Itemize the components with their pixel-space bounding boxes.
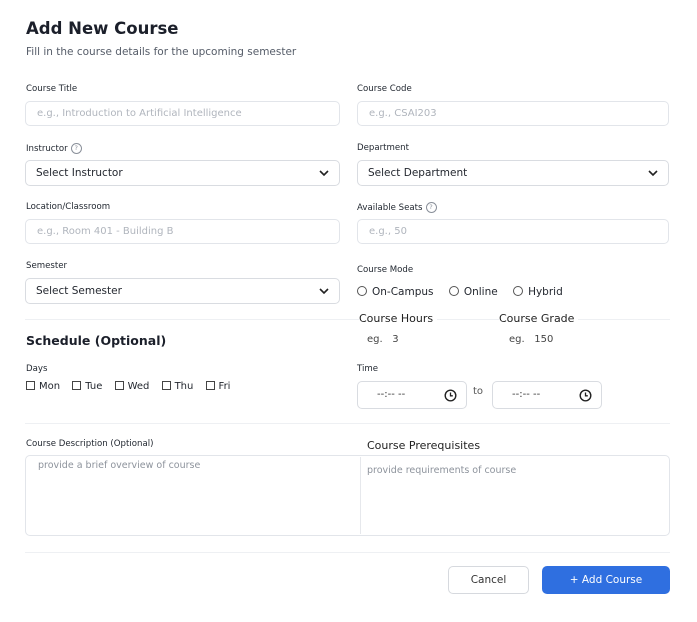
help-icon[interactable]: ?	[425, 202, 437, 213]
semester-label: Semester	[26, 261, 68, 271]
radio-label: On-Campus	[372, 286, 434, 298]
checkbox	[161, 381, 171, 390]
day-checkbox-mon[interactable]: Mon	[26, 381, 60, 392]
clock-icon[interactable]	[579, 389, 592, 402]
instructor-select[interactable]: Select Instructor	[25, 160, 340, 186]
location-label: Location/Classroom	[26, 202, 111, 212]
chevron-down-icon	[319, 288, 329, 295]
seats-label-text: Available Seats	[357, 203, 423, 213]
time-start-input[interactable]: --:-- --	[357, 381, 467, 409]
seats-label: Available Seats?	[357, 202, 437, 213]
course-mode-label: Course Mode	[357, 265, 414, 275]
day-label: Mon	[39, 381, 61, 392]
time-separator: to	[473, 386, 484, 397]
checkbox	[72, 381, 82, 390]
day-label: Thu	[174, 381, 194, 392]
add-course-button[interactable]: + Add Course	[542, 566, 670, 594]
course-mode-group: On-Campus Online Hybrid	[357, 286, 563, 298]
instructor-select-value: Select Instructor	[36, 167, 123, 179]
day-label: Fri	[218, 381, 231, 392]
days-group: Mon Tue Wed Thu Fri	[26, 381, 230, 392]
divider	[25, 423, 670, 424]
course-grade-label: Course Grade	[499, 312, 579, 325]
semester-select[interactable]: Select Semester	[25, 278, 340, 304]
day-checkbox-thu[interactable]: Thu	[161, 381, 194, 392]
course-code-input[interactable]: e.g., CSAI203	[357, 101, 669, 126]
department-select[interactable]: Select Department	[357, 160, 669, 186]
instructor-label: Instructor?	[26, 143, 82, 154]
checkbox	[205, 381, 215, 390]
location-input[interactable]: e.g., Room 401 - Building B	[25, 219, 340, 244]
radio-circle	[513, 286, 524, 296]
chevron-down-icon	[319, 170, 329, 177]
chevron-down-icon	[648, 170, 658, 177]
day-checkbox-wed[interactable]: Wed	[114, 381, 150, 392]
course-title-input[interactable]: e.g., Introduction to Artificial Intelli…	[25, 101, 340, 126]
time-end-value: --:-- --	[512, 389, 541, 400]
radio-hybrid[interactable]: Hybrid	[513, 286, 563, 298]
course-hours-label: Course Hours	[359, 312, 438, 325]
radio-circle	[357, 286, 367, 296]
schedule-heading: Schedule (Optional)	[26, 333, 167, 348]
prerequisites-textarea[interactable]: provide requirements of course	[361, 463, 669, 534]
course-hours-input[interactable]: eg. 3	[367, 334, 399, 345]
dialog-title: Add New Course	[26, 19, 179, 38]
radio-label: Hybrid	[528, 286, 563, 298]
course-title-label: Course Title	[26, 84, 78, 94]
checkbox	[114, 381, 124, 390]
radio-circle	[448, 286, 459, 296]
radio-online[interactable]: Online	[448, 286, 498, 298]
time-start-value: --:-- --	[377, 389, 406, 400]
seats-input[interactable]: e.g., 50	[357, 219, 669, 244]
description-textarea[interactable]: provide a brief overview of course	[26, 456, 359, 535]
time-end-input[interactable]: --:-- --	[492, 381, 602, 409]
day-label: Tue	[85, 381, 103, 392]
divider	[25, 552, 670, 553]
department-label: Department	[357, 143, 410, 153]
description-label: Course Description (Optional)	[26, 439, 154, 449]
day-checkbox-tue[interactable]: Tue	[72, 381, 102, 392]
days-label: Days	[26, 364, 48, 374]
prerequisites-label: Course Prerequisites	[367, 439, 481, 452]
instructor-label-text: Instructor	[26, 144, 68, 154]
dialog-subtitle: Fill in the course details for the upcom…	[26, 46, 297, 58]
checkbox	[26, 381, 35, 390]
day-checkbox-fri[interactable]: Fri	[205, 381, 231, 392]
help-icon[interactable]: ?	[70, 143, 82, 154]
course-grade-input[interactable]: eg. 150	[509, 334, 553, 345]
department-select-value: Select Department	[368, 167, 468, 179]
cancel-button[interactable]: Cancel	[448, 566, 529, 594]
time-label: Time	[357, 364, 379, 374]
radio-on-campus[interactable]: On-Campus	[357, 286, 434, 298]
clock-icon[interactable]	[444, 389, 457, 402]
course-code-label: Course Code	[357, 84, 412, 94]
day-label: Wed	[127, 381, 150, 392]
radio-label: Online	[463, 286, 498, 298]
semester-select-value: Select Semester	[36, 285, 122, 297]
